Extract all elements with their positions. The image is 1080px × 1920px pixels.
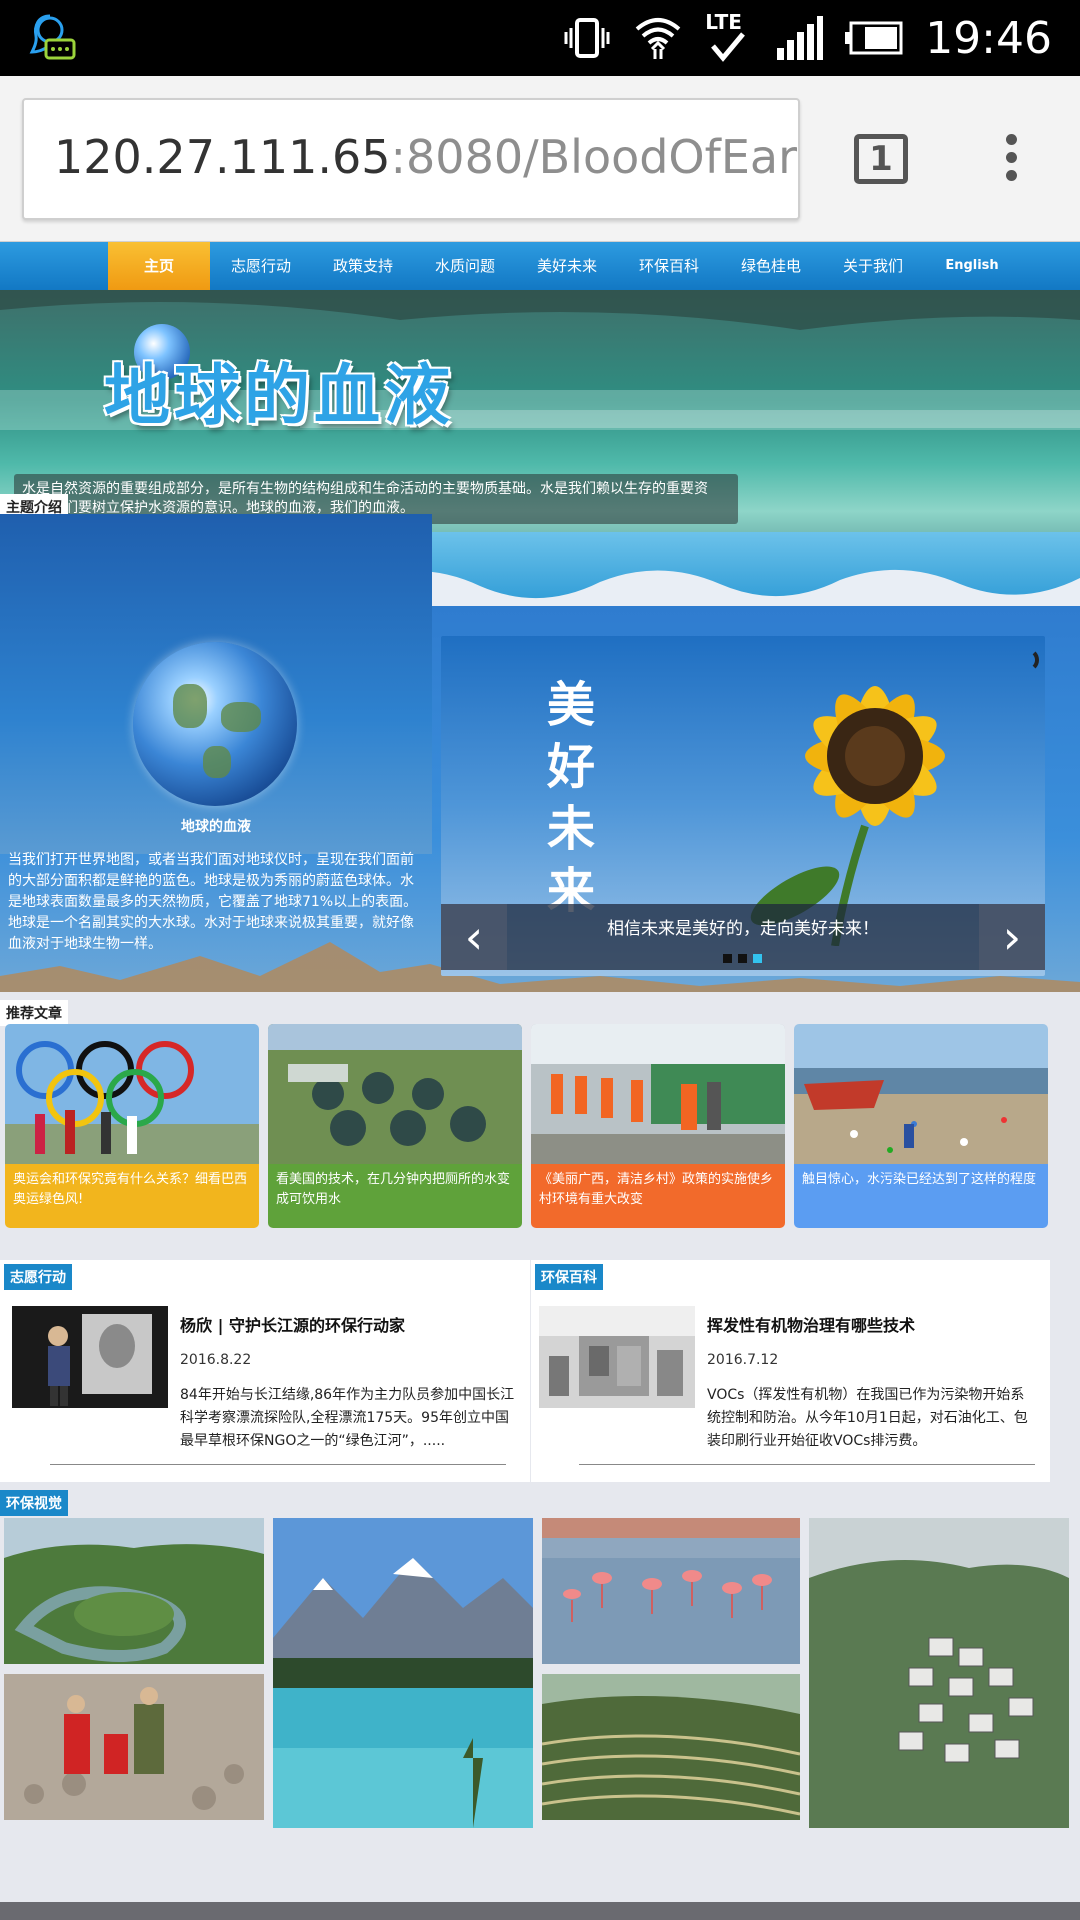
featured-slider[interactable]: 美好未来 相信未来是美好的，走向美好未来！ ‹ › [441,636,1045,976]
news-excerpt: 84年开始与长江结缘,86年作为主力队员参加中国长江科学考察漂流探险队,全程漂流… [180,1387,515,1449]
nav-item-volunteer[interactable]: 志愿行动 [210,242,312,290]
browser-toolbar: 120.27.111.65:8080/BloodOfEartl 1 [0,76,1080,242]
flamingos-photo[interactable] [542,1518,800,1664]
slider-dot[interactable] [738,954,747,963]
url-path: :8080/BloodOfEartl [390,130,800,184]
nav-item-english[interactable]: English [924,242,1020,290]
signal-icon [777,16,824,60]
earth-globe-image [133,642,297,806]
news-date: 2016.7.12 [707,1352,779,1368]
address-bar[interactable]: 120.27.111.65:8080/BloodOfEartl [22,98,800,220]
nav-item-policy[interactable]: 政策支持 [312,242,414,290]
nav-item-green-guidian[interactable]: 绿色桂电 [720,242,822,290]
olympic-rings-image [5,1024,259,1164]
vibrate-icon [564,18,610,58]
water-treatment-plant-image [268,1024,522,1164]
article-card[interactable]: 奥运会和环保究竟有什么关系？细看巴西奥运绿色风! [5,1024,259,1228]
volunteers-cleanup-photo[interactable] [4,1674,264,1820]
news-title[interactable]: 挥发性有机物治理有哪些技术 [707,1312,915,1336]
news-date: 2016.8.22 [180,1352,252,1368]
polluted-shore-image [794,1024,1048,1164]
slider-dot-active[interactable] [753,954,762,963]
wifi-icon [635,18,681,59]
section-label-articles: 推荐文章 [0,1000,68,1026]
overflow-menu-icon[interactable] [1000,134,1022,188]
divider [579,1464,1035,1465]
nav-item-future[interactable]: 美好未来 [516,242,618,290]
tab-switcher-button[interactable]: 1 [854,134,908,184]
slider-next-button[interactable]: › [979,904,1045,970]
loading-spinner-icon [1015,648,1039,672]
chat-notification-icon [29,14,76,60]
slider-prev-button[interactable]: ‹ [441,904,507,970]
page-footer-strip [0,1902,1080,1920]
gallery-section: 环保视觉 [0,1482,1080,1920]
sunflower-image [750,686,945,946]
article-card[interactable]: 触目惊心，水污染已经达到了这样的程度 [794,1024,1048,1228]
divider [50,1464,506,1465]
web-page: 主页 志愿行动 政策支持 水质问题 美好未来 环保百科 绿色桂电 关于我们 En… [0,242,1080,1920]
article-card[interactable]: 看美国的技术，在几分钟内把厕所的水变成可饮用水 [268,1024,522,1228]
article-title: 奥运会和环保究竟有什么关系？细看巴西奥运绿色风! [5,1164,259,1228]
banner-title: 地球的血液 [104,357,454,434]
article-title: 《美丽广西，清洁乡村》政策的实施使乡村环境有重大改变 [531,1164,785,1228]
slider-dots [723,954,762,963]
article-card[interactable]: 《美丽广西，清洁乡村》政策的实施使乡村环境有重大改变 [531,1024,785,1228]
industrial-equipment-photo [539,1306,695,1408]
slider-dot[interactable] [723,954,732,963]
recommended-articles: 推荐文章 奥运会和环保究竟有什么关系？细看巴西奥运绿色风! 看美国的技术，在几分… [0,992,1080,1262]
speaker-photo [12,1306,168,1408]
section-label-encyclopedia: 环保百科 [535,1264,603,1290]
mountain-lake-photo[interactable] [273,1518,533,1828]
clock: 19:46 [925,12,1052,64]
lte-icon: LTE [705,10,753,66]
sanitation-workers-image [531,1024,785,1164]
rice-terraces-photo[interactable] [542,1674,800,1820]
section-label-volunteer: 志愿行动 [4,1264,72,1290]
article-title: 触目惊心，水污染已经达到了这样的程度 [794,1164,1048,1228]
volunteer-panel: 志愿行动 杨欣 | 守护长江源的环保行动家 2016.8.22 84年开始与长江… [0,1260,530,1482]
river-bend-photo[interactable] [4,1518,264,1664]
battery-icon [845,21,903,55]
url-host: 120.27.111.65 [54,130,391,184]
news-excerpt: VOCs（挥发性有机物）在我国已作为污染物开始系统控制和防治。从今年10月1日起… [707,1387,1028,1449]
slide-headline: 美好未来 [546,677,595,919]
encyclopedia-panel: 环保百科 挥发性有机物治理有哪些技术 2016.7.12 VOCs（挥发性有机物… [531,1260,1050,1482]
nav-item-home[interactable]: 主页 [108,242,210,290]
nav-item-encyclopedia[interactable]: 环保百科 [618,242,720,290]
nav-item-about[interactable]: 关于我们 [822,242,924,290]
main-nav: 主页 志愿行动 政策支持 水质问题 美好未来 环保百科 绿色桂电 关于我们 En… [0,242,1080,290]
nav-item-water-quality[interactable]: 水质问题 [414,242,516,290]
status-bar: LTE 19:46 [0,0,1080,76]
news-title[interactable]: 杨欣 | 守护长江源的环保行动家 [180,1312,405,1336]
slide-caption: 相信未来是美好的，走向美好未来！ [607,919,879,939]
article-title: 看美国的技术，在几分钟内把厕所的水变成可饮用水 [268,1164,522,1228]
theme-intro-title: 地球的血液 [181,819,251,835]
hillside-village-photo[interactable] [809,1518,1069,1828]
section-label-visual: 环保视觉 [0,1490,68,1516]
